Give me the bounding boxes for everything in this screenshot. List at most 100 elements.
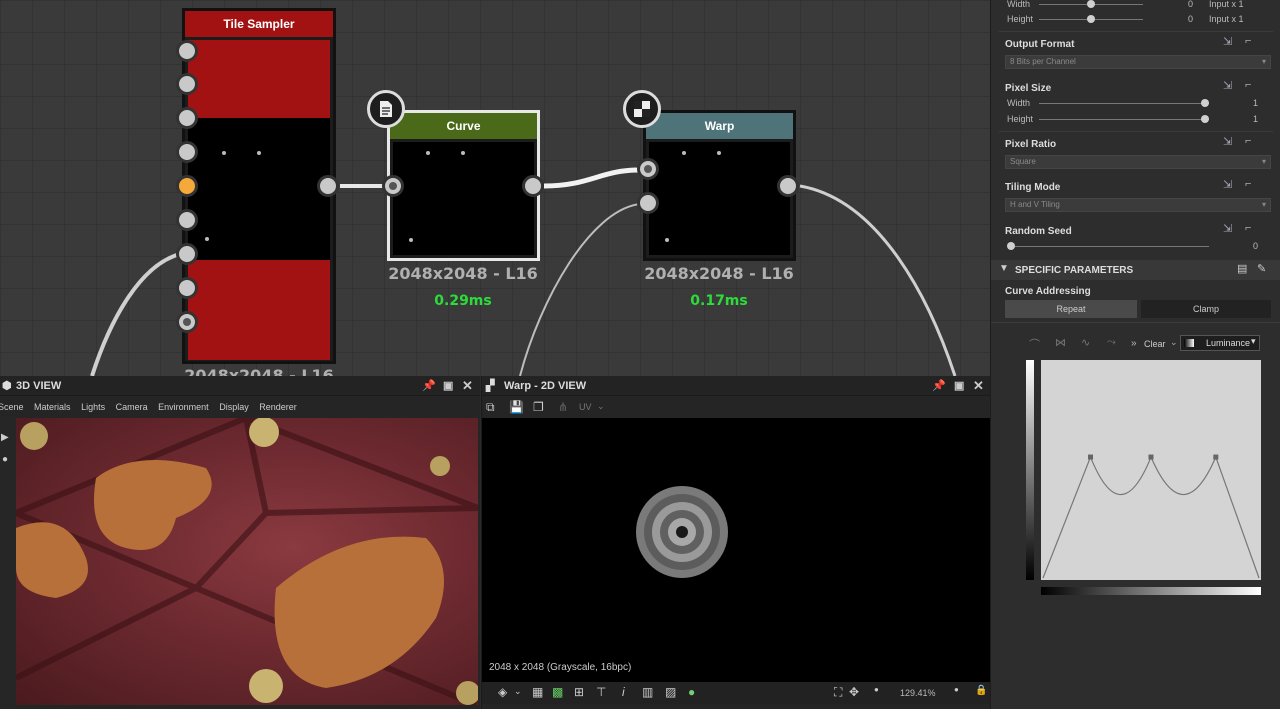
view-icon: ▞ bbox=[486, 380, 495, 392]
uv-dropdown[interactable]: UV bbox=[579, 402, 592, 412]
menu-renderer[interactable]: Renderer bbox=[259, 402, 297, 412]
clear-button[interactable]: Clear bbox=[1144, 339, 1166, 349]
document-icon bbox=[367, 90, 405, 128]
maximize-icon[interactable]: ▣ bbox=[954, 376, 964, 396]
width-slider[interactable] bbox=[1039, 0, 1143, 8]
pin-icon[interactable]: 📌 bbox=[422, 376, 436, 396]
output-port[interactable] bbox=[317, 175, 339, 197]
function-icon[interactable]: ⌐ bbox=[1245, 79, 1251, 91]
input-port[interactable] bbox=[176, 243, 198, 265]
link-icon[interactable]: ⇲ bbox=[1223, 222, 1232, 235]
pixel-height-label: Height bbox=[1007, 114, 1034, 124]
warp-node[interactable]: Warp bbox=[643, 110, 796, 261]
curve-control-point[interactable] bbox=[1213, 454, 1219, 460]
input-port[interactable] bbox=[637, 158, 659, 180]
3d-render bbox=[16, 418, 478, 705]
link-icon[interactable]: ⇲ bbox=[1223, 135, 1232, 148]
input-port[interactable] bbox=[176, 107, 198, 129]
pin-icon[interactable]: 📌 bbox=[932, 376, 946, 396]
output-port[interactable] bbox=[522, 175, 544, 197]
function-icon[interactable]: ⌐ bbox=[1245, 222, 1251, 234]
menu-lights[interactable]: Lights bbox=[81, 402, 105, 412]
input-port[interactable] bbox=[176, 311, 198, 333]
export-icon[interactable]: ⧉ bbox=[486, 400, 495, 415]
histogram-icon[interactable]: ▥ bbox=[642, 685, 653, 699]
link-icon[interactable]: ⇲ bbox=[1223, 35, 1232, 48]
maximize-icon[interactable]: ▣ bbox=[443, 376, 453, 396]
3d-viewport[interactable] bbox=[16, 418, 478, 705]
save-icon[interactable]: 💾 bbox=[509, 400, 524, 414]
output-port[interactable] bbox=[777, 175, 799, 197]
lock-icon[interactable]: 🔒 bbox=[975, 685, 987, 696]
menu-materials[interactable]: Materials bbox=[34, 402, 71, 412]
height-slider[interactable] bbox=[1039, 15, 1143, 23]
random-seed-slider[interactable] bbox=[1007, 242, 1209, 250]
curve-control-point[interactable] bbox=[1088, 454, 1094, 460]
curve-tool-icon[interactable]: ⋈ bbox=[1055, 336, 1066, 349]
input-port-active[interactable] bbox=[176, 175, 198, 197]
fit-icon[interactable]: ⛶ bbox=[834, 685, 842, 700]
close-icon[interactable]: ✕ bbox=[462, 376, 473, 396]
tile-sampler-node[interactable]: Tile Sampler bbox=[182, 8, 336, 364]
curve-graph[interactable] bbox=[1041, 360, 1261, 580]
pixel-ratio-dropdown[interactable]: Square bbox=[1005, 155, 1271, 169]
2d-view-header: ▞ Warp - 2D VIEW 📌 ▣ ✕ bbox=[482, 376, 991, 396]
menu-scene[interactable]: Scene bbox=[0, 402, 24, 412]
node-title: Curve bbox=[390, 113, 537, 139]
curve-control-point[interactable] bbox=[1148, 454, 1154, 460]
output-format-dropdown[interactable]: 8 Bits per Channel bbox=[1005, 55, 1271, 69]
image-icon[interactable]: ▨ bbox=[665, 685, 676, 699]
channel-dropdown[interactable]: Luminance ▾ bbox=[1180, 335, 1260, 351]
light-bulb-icon[interactable]: ● bbox=[2, 454, 8, 465]
input-port[interactable] bbox=[176, 73, 198, 95]
pan-icon[interactable]: ✥ bbox=[849, 685, 859, 699]
zoom-icon[interactable]: ● bbox=[874, 685, 879, 694]
camera-icon[interactable]: ▶ bbox=[1, 432, 9, 443]
input-port[interactable] bbox=[382, 175, 404, 197]
tiling-icon[interactable]: ⊤ bbox=[596, 685, 606, 699]
height-value: 0 bbox=[1187, 14, 1193, 24]
edit-icon[interactable]: ✎ bbox=[1257, 262, 1266, 275]
color-picker-icon[interactable]: ● bbox=[688, 685, 695, 699]
height-label: Height bbox=[1007, 14, 1034, 24]
specific-parameters-header[interactable]: ▼ SPECIFIC PARAMETERS ▤ ✎ bbox=[991, 260, 1280, 280]
input-port[interactable] bbox=[176, 277, 198, 299]
function-icon[interactable]: ⌐ bbox=[1245, 35, 1251, 47]
input-port[interactable] bbox=[176, 209, 198, 231]
width-mode[interactable]: Input x 1 bbox=[1209, 0, 1244, 9]
zoom-reset-icon[interactable]: ● bbox=[954, 685, 959, 694]
curve-tool-icon[interactable]: ⤳ bbox=[1107, 336, 1116, 349]
color-channels-icon[interactable]: ▩ bbox=[552, 685, 563, 699]
zoom-level[interactable]: 129.41% bbox=[900, 688, 936, 698]
input-port[interactable] bbox=[176, 40, 198, 62]
copy-icon[interactable]: ❐ bbox=[533, 400, 544, 414]
menu-environment[interactable]: Environment bbox=[158, 402, 209, 412]
curve-node[interactable]: Curve bbox=[387, 110, 540, 261]
grid-icon[interactable]: ⊞ bbox=[574, 685, 584, 699]
preset-icon[interactable]: ▤ bbox=[1237, 262, 1247, 275]
link-icon[interactable]: ⇲ bbox=[1223, 178, 1232, 191]
close-icon[interactable]: ✕ bbox=[973, 376, 984, 396]
pixel-height-slider[interactable] bbox=[1039, 115, 1209, 123]
height-mode[interactable]: Input x 1 bbox=[1209, 14, 1244, 24]
menu-display[interactable]: Display bbox=[219, 402, 249, 412]
curve-editor[interactable] bbox=[1041, 360, 1261, 580]
input-port[interactable] bbox=[176, 141, 198, 163]
checker-icon[interactable]: ▦ bbox=[532, 685, 543, 699]
graph-canvas[interactable]: Tile Sampler 2048x2048 - L16 Curve 2048x… bbox=[0, 0, 990, 376]
info-icon[interactable]: i bbox=[622, 685, 625, 699]
input-port[interactable] bbox=[637, 192, 659, 214]
menu-camera[interactable]: Camera bbox=[116, 402, 148, 412]
repeat-button[interactable]: Repeat bbox=[1005, 300, 1137, 318]
function-icon[interactable]: ⌐ bbox=[1245, 135, 1251, 147]
curve-tool-icon[interactable]: ∿ bbox=[1081, 336, 1090, 349]
layers-icon[interactable]: ◈ bbox=[498, 685, 507, 699]
curve-tool-icon[interactable]: ⌒ bbox=[1029, 336, 1040, 352]
clamp-button[interactable]: Clamp bbox=[1141, 300, 1271, 318]
pixel-width-slider[interactable] bbox=[1039, 99, 1209, 107]
2d-viewport[interactable]: 2048 x 2048 (Grayscale, 16bpc) bbox=[482, 418, 991, 682]
uv-grid-icon[interactable]: ⋔ bbox=[558, 400, 568, 414]
tiling-mode-dropdown[interactable]: H and V Tiling bbox=[1005, 198, 1271, 212]
function-icon[interactable]: ⌐ bbox=[1245, 178, 1251, 190]
link-icon[interactable]: ⇲ bbox=[1223, 79, 1232, 92]
